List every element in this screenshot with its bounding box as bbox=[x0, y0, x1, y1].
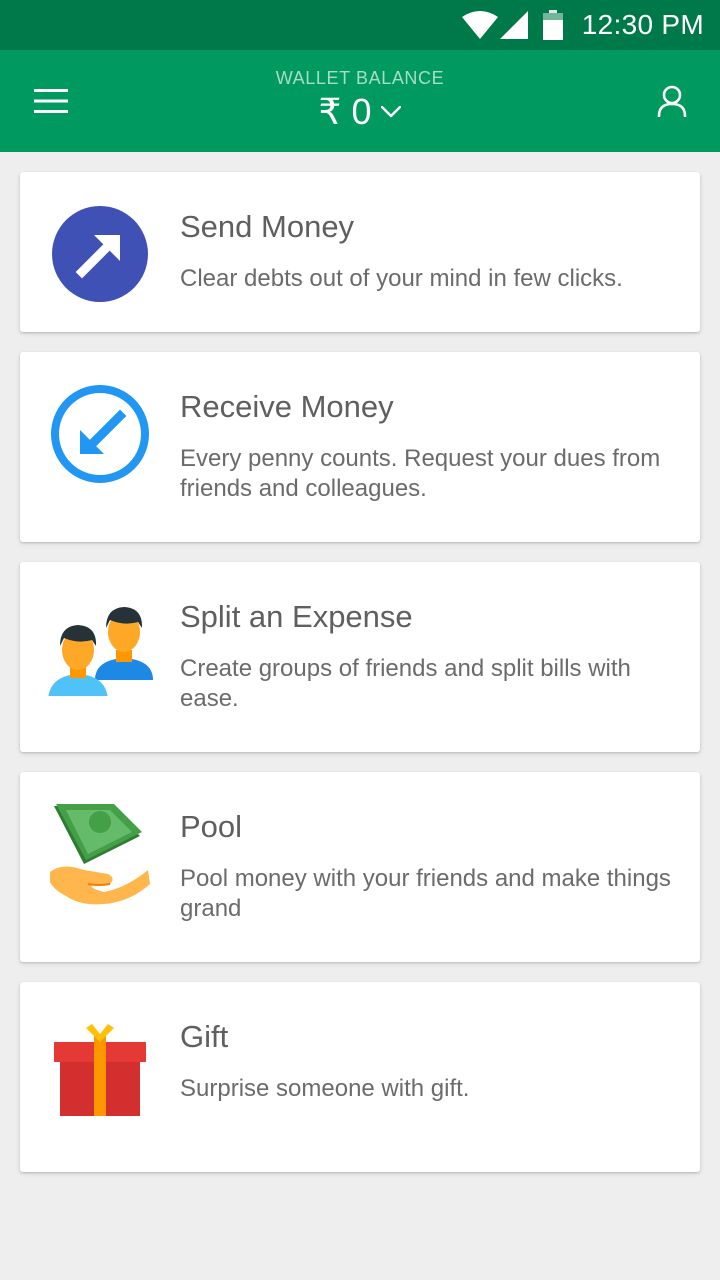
gift-icon bbox=[54, 1024, 146, 1116]
wallet-balance-label: WALLET BALANCE bbox=[275, 68, 445, 88]
card-send-money[interactable]: Send Money Clear debts out of your mind … bbox=[20, 172, 700, 332]
card-description: Clear debts out of your mind in few clic… bbox=[180, 265, 623, 292]
profile-button[interactable] bbox=[648, 77, 696, 125]
card-receive-money[interactable]: Receive Money Every penny counts. Reques… bbox=[20, 352, 700, 542]
cell-signal-icon bbox=[499, 11, 528, 39]
people-icon bbox=[48, 607, 153, 696]
wallet-balance: WALLET BALANCE ₹ 0 bbox=[0, 66, 720, 132]
split-expense-icon-wrap bbox=[48, 592, 153, 696]
card-title: Gift bbox=[180, 1019, 229, 1054]
card-description: Every penny counts. Request your dues fr… bbox=[180, 445, 661, 502]
card-pool[interactable]: Pool Pool money with your friends and ma… bbox=[20, 772, 700, 962]
card-title: Receive Money bbox=[180, 389, 394, 424]
chevron-down-icon bbox=[381, 106, 402, 118]
status-icons: 12:30 PM bbox=[461, 0, 704, 50]
card-description: Pool money with your friends and make th… bbox=[180, 865, 671, 922]
card-title: Send Money bbox=[180, 209, 355, 244]
app-bar: WALLET BALANCE ₹ 0 bbox=[0, 50, 720, 152]
card-split-expense[interactable]: Split an Expense Create groups of friend… bbox=[20, 562, 700, 752]
gift-icon-wrap bbox=[48, 1012, 152, 1116]
card-description: Surprise someone with gift. bbox=[180, 1075, 470, 1102]
card-description: Create groups of friends and split bills… bbox=[180, 655, 631, 712]
user-profile-icon bbox=[657, 85, 687, 117]
status-time: 12:30 PM bbox=[581, 9, 704, 40]
wallet-balance-dropdown[interactable]: ₹ 0 bbox=[319, 92, 402, 132]
status-bar: 12:30 PM bbox=[0, 0, 720, 50]
receive-arrow-icon bbox=[51, 385, 149, 483]
card-title: Split an Expense bbox=[180, 599, 413, 634]
card-title: Pool bbox=[180, 809, 243, 844]
send-money-icon-wrap bbox=[48, 202, 152, 306]
wallet-balance-amount: ₹ 0 bbox=[318, 91, 372, 132]
receive-money-icon-wrap bbox=[48, 382, 152, 486]
card-gift[interactable]: Gift Surprise someone with gift. bbox=[20, 982, 700, 1172]
send-arrow-icon bbox=[52, 206, 148, 302]
wifi-icon bbox=[461, 11, 498, 39]
money-hand-icon bbox=[50, 804, 150, 905]
battery-icon bbox=[542, 10, 563, 40]
pool-icon-wrap bbox=[48, 802, 152, 906]
